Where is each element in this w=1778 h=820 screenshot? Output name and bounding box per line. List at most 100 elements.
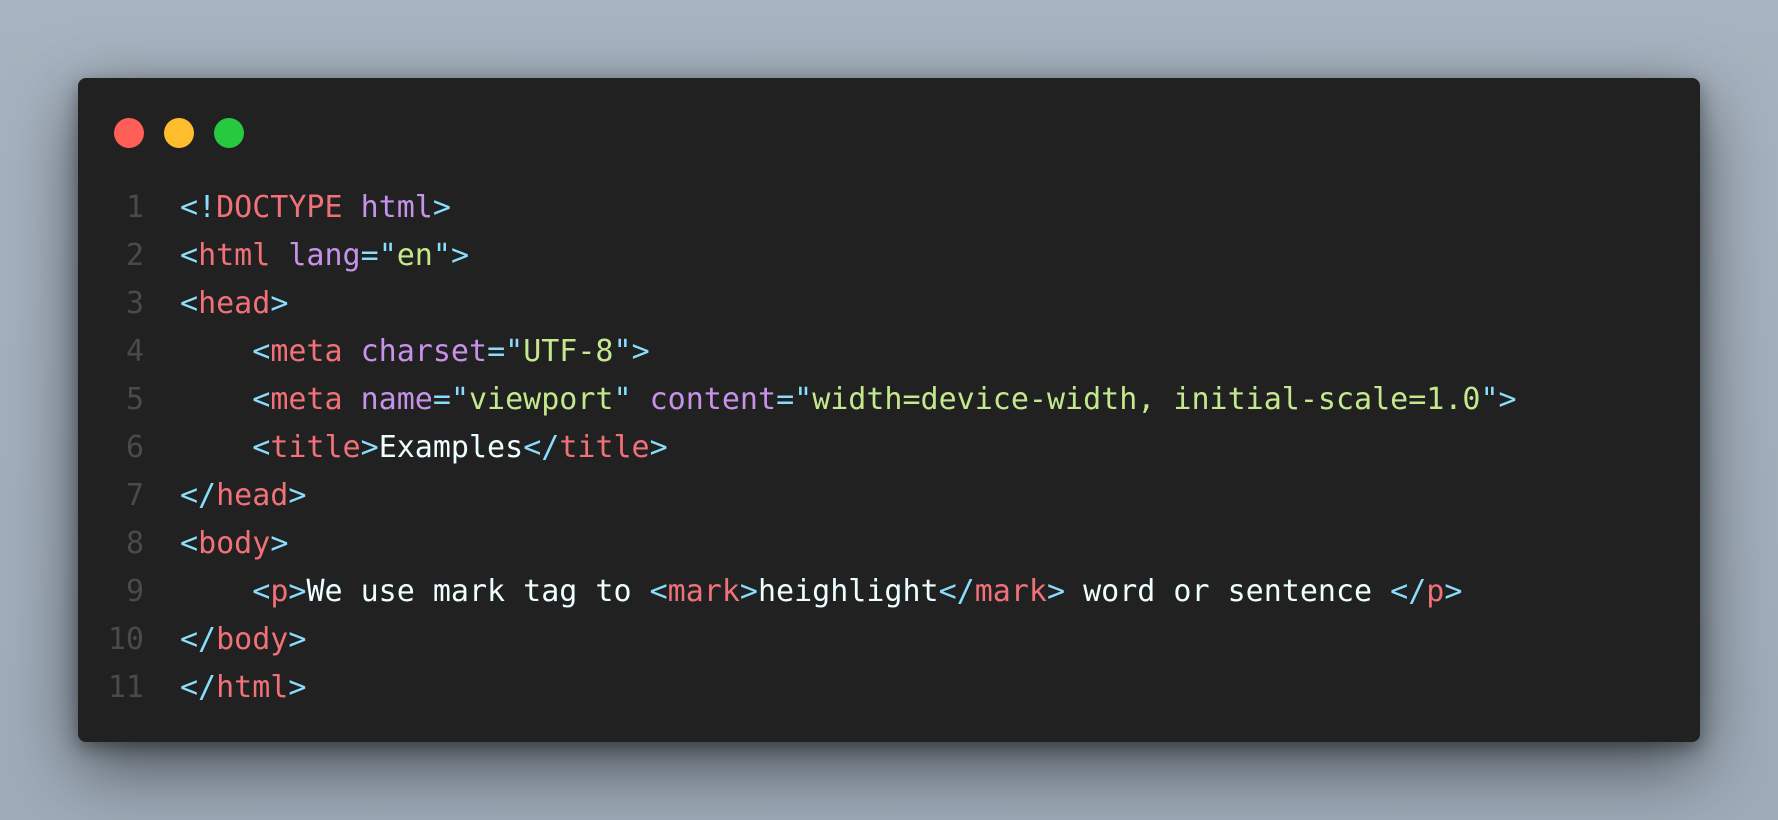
code-token-attr: name xyxy=(360,382,433,417)
code-token-bracket: > xyxy=(288,574,307,609)
code-token-bracket: > xyxy=(270,526,289,561)
code-token-bracket: < xyxy=(649,574,668,609)
code-token-tag: mark xyxy=(667,574,740,609)
line-content: <title>Examples</title> xyxy=(144,424,668,472)
line-content: <meta name="viewport" content="width=dev… xyxy=(144,376,1516,424)
code-token-bracket: " xyxy=(1480,382,1499,417)
code-token-tag: html xyxy=(198,238,271,273)
code-block: 1 <!DOCTYPE html> 2 <html lang="en"> 3 <head>… xyxy=(78,184,1700,712)
code-token-attr: html xyxy=(360,190,433,225)
line-number: 2 xyxy=(125,238,144,273)
line-number: 5 xyxy=(125,382,144,417)
code-line: 11 </html> xyxy=(78,664,1700,712)
code-token-bracket: </ xyxy=(180,478,217,513)
code-token-bracket: > xyxy=(288,622,307,657)
code-line: 3 <head> xyxy=(78,280,1700,328)
code-token-tag: p xyxy=(1426,574,1445,609)
line-number: 8 xyxy=(125,526,144,561)
code-line: 10 </body> xyxy=(78,616,1700,664)
code-token-bracket: = xyxy=(776,382,795,417)
code-token-bracket: > xyxy=(631,334,650,369)
code-token-bracket: " xyxy=(378,238,397,273)
code-token-bracket: > xyxy=(360,430,379,465)
code-token-tag: DOCTYPE xyxy=(216,190,343,225)
code-token-text: Examples xyxy=(378,430,524,465)
line-content: <meta charset="UTF-8"> xyxy=(144,328,650,376)
code-token-bracket: = xyxy=(432,382,451,417)
code-token-bracket: > xyxy=(288,670,307,705)
code-token-tag: title xyxy=(559,430,650,465)
code-token-bracket: > xyxy=(1444,574,1463,609)
code-token-tag: head xyxy=(198,286,271,321)
code-token-string: UTF-8 xyxy=(523,334,614,369)
line-number: 1 xyxy=(125,190,144,225)
code-line: 7 </head> xyxy=(78,472,1700,520)
code-token-bracket: > xyxy=(288,478,307,513)
code-token-bracket: > xyxy=(432,190,451,225)
code-token-tag: meta xyxy=(270,334,343,369)
line-content: </html> xyxy=(144,664,306,712)
line-content: <p>We use mark tag to <mark>heighlight</… xyxy=(144,568,1462,616)
code-token-bracket: < xyxy=(180,526,199,561)
code-token-text: heighlight xyxy=(757,574,939,609)
code-token-bracket: </ xyxy=(938,574,975,609)
code-line: 2 <html lang="en"> xyxy=(78,232,1700,280)
line-content: <head> xyxy=(144,280,288,328)
code-token-bracket: <! xyxy=(180,190,217,225)
code-token-bracket: " xyxy=(613,382,632,417)
line-number: 9 xyxy=(125,574,144,609)
code-token-bracket: < xyxy=(252,430,271,465)
code-token-tag: head xyxy=(216,478,289,513)
code-token-bracket: " xyxy=(450,382,469,417)
code-token-bracket: = xyxy=(360,238,379,273)
code-token-bracket: </ xyxy=(1390,574,1427,609)
code-token-bracket: < xyxy=(252,574,271,609)
code-token-bracket: " xyxy=(794,382,813,417)
code-token-tag: body xyxy=(216,622,289,657)
code-line: 6 <title>Examples</title> xyxy=(78,424,1700,472)
line-number: 3 xyxy=(125,286,144,321)
line-content: <!DOCTYPE html> xyxy=(144,184,451,232)
line-number: 10 xyxy=(107,622,144,657)
code-token-string: viewport xyxy=(469,382,614,417)
code-token-bracket: > xyxy=(649,430,668,465)
line-number: 7 xyxy=(125,478,144,513)
code-token-bracket: </ xyxy=(523,430,560,465)
line-number: 11 xyxy=(107,670,144,705)
window-controls xyxy=(114,118,244,148)
code-line: 1 <!DOCTYPE html> xyxy=(78,184,1700,232)
code-token-bracket: > xyxy=(270,286,289,321)
code-token-bracket: " xyxy=(432,238,451,273)
code-window: 1 <!DOCTYPE html> 2 <html lang="en"> 3 <head>… xyxy=(78,78,1700,742)
code-token-tag: meta xyxy=(270,382,343,417)
code-token-bracket: > xyxy=(450,238,469,273)
code-token-bracket: > xyxy=(739,574,758,609)
minimize-dot[interactable] xyxy=(164,118,194,148)
code-token-tag: html xyxy=(216,670,289,705)
code-token-bracket: </ xyxy=(180,622,217,657)
code-token-bracket: " xyxy=(613,334,632,369)
line-number: 4 xyxy=(125,334,144,369)
code-token-string: en xyxy=(396,238,433,273)
maximize-dot[interactable] xyxy=(214,118,244,148)
code-token-tag: body xyxy=(198,526,271,561)
code-token-attr: content xyxy=(649,382,777,417)
line-content: </body> xyxy=(144,616,306,664)
line-number: 6 xyxy=(125,430,144,465)
close-dot[interactable] xyxy=(114,118,144,148)
code-token-bracket: < xyxy=(252,382,271,417)
code-token-text: We use mark tag to xyxy=(306,574,650,609)
code-token-tag: mark xyxy=(974,574,1047,609)
code-token-bracket: </ xyxy=(180,670,217,705)
line-content: <body> xyxy=(144,520,288,568)
code-token-bracket: " xyxy=(505,334,524,369)
code-token-tag: title xyxy=(270,430,361,465)
